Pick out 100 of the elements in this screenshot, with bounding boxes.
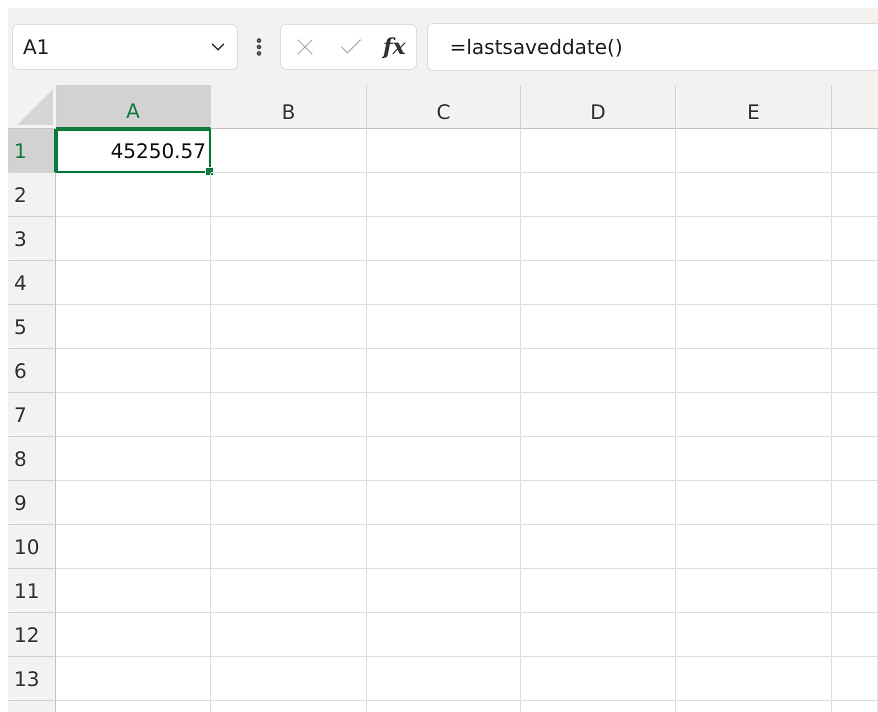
table-cell[interactable] bbox=[211, 437, 367, 481]
table-cell[interactable] bbox=[521, 173, 676, 217]
table-cell[interactable] bbox=[56, 657, 211, 701]
table-cell[interactable] bbox=[211, 393, 367, 437]
column-header[interactable]: D bbox=[521, 85, 676, 129]
table-cell[interactable] bbox=[676, 481, 832, 525]
table-cell[interactable] bbox=[832, 393, 878, 437]
table-cell[interactable] bbox=[56, 173, 211, 217]
table-cell[interactable] bbox=[521, 613, 676, 657]
table-cell[interactable] bbox=[676, 129, 832, 173]
table-cell[interactable] bbox=[676, 261, 832, 305]
table-cell[interactable] bbox=[367, 525, 521, 569]
table-cell[interactable] bbox=[521, 349, 676, 393]
table-cell[interactable] bbox=[832, 657, 878, 701]
table-cell[interactable] bbox=[211, 525, 367, 569]
select-all-corner[interactable] bbox=[8, 85, 56, 129]
table-cell[interactable] bbox=[56, 437, 211, 481]
table-cell[interactable] bbox=[367, 657, 521, 701]
table-cell[interactable] bbox=[211, 481, 367, 525]
table-cell[interactable] bbox=[832, 305, 878, 349]
table-cell[interactable] bbox=[521, 393, 676, 437]
row-header[interactable]: 9 bbox=[8, 481, 56, 525]
table-cell[interactable] bbox=[676, 569, 832, 613]
table-cell[interactable] bbox=[521, 569, 676, 613]
row-header[interactable]: 7 bbox=[8, 393, 56, 437]
row-header[interactable]: 13 bbox=[8, 657, 56, 701]
table-cell[interactable] bbox=[56, 525, 211, 569]
table-cell[interactable] bbox=[56, 217, 211, 261]
table-cell[interactable] bbox=[211, 349, 367, 393]
table-cell[interactable] bbox=[521, 217, 676, 261]
table-cell[interactable] bbox=[367, 569, 521, 613]
table-cell[interactable] bbox=[832, 569, 878, 613]
table-cell[interactable] bbox=[56, 613, 211, 657]
row-header[interactable]: 2 bbox=[8, 173, 56, 217]
table-cell[interactable] bbox=[211, 217, 367, 261]
active-cell[interactable]: 45250.57 bbox=[56, 129, 211, 173]
table-cell[interactable] bbox=[56, 349, 211, 393]
table-cell[interactable] bbox=[832, 437, 878, 481]
table-cell[interactable] bbox=[56, 569, 211, 613]
row-header[interactable]: 10 bbox=[8, 525, 56, 569]
table-cell[interactable] bbox=[676, 349, 832, 393]
table-cell[interactable] bbox=[832, 613, 878, 657]
table-cell[interactable] bbox=[211, 613, 367, 657]
fill-handle[interactable] bbox=[205, 167, 214, 176]
table-cell[interactable] bbox=[832, 261, 878, 305]
row-header[interactable]: 3 bbox=[8, 217, 56, 261]
table-cell[interactable] bbox=[676, 525, 832, 569]
table-cell[interactable] bbox=[211, 569, 367, 613]
insert-function-button[interactable]: fx bbox=[383, 34, 406, 60]
table-cell[interactable] bbox=[367, 481, 521, 525]
table-cell[interactable] bbox=[676, 217, 832, 261]
table-cell[interactable] bbox=[367, 173, 521, 217]
row-header[interactable]: 11 bbox=[8, 569, 56, 613]
table-cell[interactable] bbox=[521, 525, 676, 569]
table-cell[interactable] bbox=[521, 437, 676, 481]
row-header[interactable]: 4 bbox=[8, 261, 56, 305]
table-cell[interactable] bbox=[211, 305, 367, 349]
table-cell[interactable] bbox=[676, 173, 832, 217]
table-cell[interactable] bbox=[211, 657, 367, 701]
table-cell[interactable] bbox=[56, 393, 211, 437]
table-cell[interactable] bbox=[521, 261, 676, 305]
table-cell[interactable] bbox=[367, 217, 521, 261]
select-all-icon[interactable] bbox=[17, 89, 53, 125]
formula-field[interactable]: =lastsaveddate() bbox=[426, 22, 878, 70]
table-cell[interactable] bbox=[832, 173, 878, 217]
table-cell[interactable] bbox=[676, 657, 832, 701]
table-cell[interactable] bbox=[832, 129, 878, 173]
table-cell[interactable] bbox=[832, 525, 878, 569]
table-cell[interactable] bbox=[367, 437, 521, 481]
table-cell[interactable] bbox=[367, 613, 521, 657]
table-cell[interactable] bbox=[367, 129, 521, 173]
table-cell[interactable] bbox=[832, 217, 878, 261]
table-cell[interactable] bbox=[521, 129, 676, 173]
row-header[interactable]: 8 bbox=[8, 437, 56, 481]
table-cell[interactable] bbox=[56, 481, 211, 525]
column-header[interactable]: B bbox=[211, 85, 367, 129]
table-cell[interactable] bbox=[521, 657, 676, 701]
table-cell[interactable] bbox=[521, 481, 676, 525]
table-cell[interactable] bbox=[211, 129, 367, 173]
row-header[interactable]: 5 bbox=[8, 305, 56, 349]
table-cell[interactable] bbox=[832, 349, 878, 393]
row-header[interactable]: 12 bbox=[8, 613, 56, 657]
table-cell[interactable] bbox=[367, 261, 521, 305]
table-cell[interactable] bbox=[56, 305, 211, 349]
table-cell[interactable] bbox=[56, 261, 211, 305]
table-cell[interactable] bbox=[367, 349, 521, 393]
table-cell[interactable] bbox=[832, 481, 878, 525]
row-header[interactable]: 6 bbox=[8, 349, 56, 393]
table-cell[interactable] bbox=[521, 305, 676, 349]
table-cell[interactable] bbox=[367, 393, 521, 437]
table-cell[interactable] bbox=[676, 613, 832, 657]
name-box[interactable]: A1 bbox=[12, 24, 238, 70]
column-header[interactable] bbox=[832, 85, 878, 129]
column-header[interactable]: E bbox=[676, 85, 832, 129]
table-cell[interactable] bbox=[211, 261, 367, 305]
table-cell[interactable] bbox=[676, 305, 832, 349]
table-cell[interactable] bbox=[211, 173, 367, 217]
table-cell[interactable] bbox=[676, 393, 832, 437]
column-header[interactable]: C bbox=[367, 85, 521, 129]
table-cell[interactable] bbox=[676, 437, 832, 481]
